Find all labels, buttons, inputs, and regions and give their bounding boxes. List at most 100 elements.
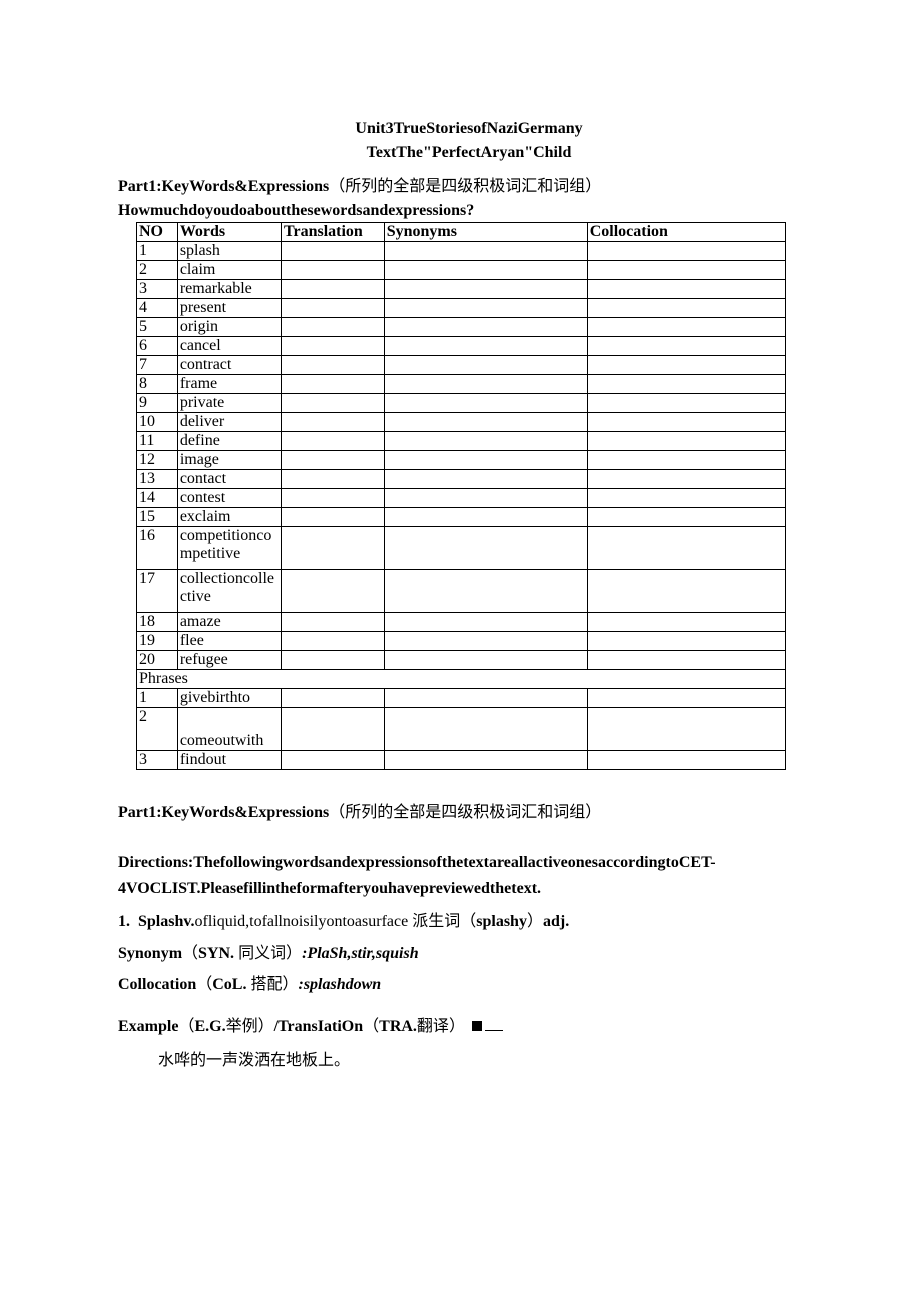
cell-collocation[interactable] xyxy=(587,337,785,356)
cell-translation[interactable] xyxy=(281,318,384,337)
cell-translation[interactable] xyxy=(281,651,384,670)
header-collocation: Collocation xyxy=(587,223,785,242)
cell-translation[interactable] xyxy=(281,570,384,613)
table-row: 2claim xyxy=(137,261,786,280)
table-row: 18amaze xyxy=(137,613,786,632)
cell-synonyms[interactable] xyxy=(384,508,587,527)
table-row: 7contract xyxy=(137,356,786,375)
cell-translation[interactable] xyxy=(281,356,384,375)
cell-synonyms[interactable] xyxy=(384,570,587,613)
cell-translation[interactable] xyxy=(281,413,384,432)
cell-translation[interactable] xyxy=(281,527,384,570)
syn-label: Synonym xyxy=(118,945,182,962)
cell-no: 20 xyxy=(137,651,178,670)
cell-translation[interactable] xyxy=(281,470,384,489)
cell-translation[interactable] xyxy=(281,751,384,770)
ex-paren-r: ） xyxy=(258,1018,274,1035)
cell-synonyms[interactable] xyxy=(384,489,587,508)
cell-no: 3 xyxy=(137,280,178,299)
cell-collocation[interactable] xyxy=(587,751,785,770)
cell-collocation[interactable] xyxy=(587,280,785,299)
cell-translation[interactable] xyxy=(281,451,384,470)
cell-collocation[interactable] xyxy=(587,570,785,613)
text-title: TextThe"PerfectAryan"Child xyxy=(118,144,820,162)
cell-synonyms[interactable] xyxy=(384,375,587,394)
cell-collocation[interactable] xyxy=(587,432,785,451)
cell-no: 8 xyxy=(137,375,178,394)
cell-synonyms[interactable] xyxy=(384,242,587,261)
cell-translation[interactable] xyxy=(281,432,384,451)
collocation-line: Collocation（CoL. 搭配）:splashdown xyxy=(118,972,820,998)
syn-abbr: SYN. xyxy=(198,945,234,962)
cell-synonyms[interactable] xyxy=(384,318,587,337)
cell-synonyms[interactable] xyxy=(384,632,587,651)
cell-translation[interactable] xyxy=(281,394,384,413)
cell-synonyms[interactable] xyxy=(384,394,587,413)
col-body: :splashdown xyxy=(299,976,382,993)
cell-collocation[interactable] xyxy=(587,508,785,527)
worksheet-question: Howmuchdoyoudoaboutthesewordsandexpressi… xyxy=(118,202,820,220)
cell-synonyms[interactable] xyxy=(384,651,587,670)
cell-translation[interactable] xyxy=(281,280,384,299)
cell-collocation[interactable] xyxy=(587,318,785,337)
cell-no: 3 xyxy=(137,751,178,770)
cell-synonyms[interactable] xyxy=(384,280,587,299)
cell-collocation[interactable] xyxy=(587,489,785,508)
cell-collocation[interactable] xyxy=(587,470,785,489)
table-row: 15exclaim xyxy=(137,508,786,527)
cell-no: 6 xyxy=(137,337,178,356)
cell-synonyms[interactable] xyxy=(384,470,587,489)
table-row: 10deliver xyxy=(137,413,786,432)
cell-collocation[interactable] xyxy=(587,527,785,570)
entry-1: 1. Splashv.ofliquid,tofallnoisilyontoasu… xyxy=(118,909,820,935)
cell-synonyms[interactable] xyxy=(384,337,587,356)
cell-collocation[interactable] xyxy=(587,375,785,394)
cell-collocation[interactable] xyxy=(587,413,785,432)
cell-no: 11 xyxy=(137,432,178,451)
cell-translation[interactable] xyxy=(281,242,384,261)
cell-synonyms[interactable] xyxy=(384,708,587,751)
cell-synonyms[interactable] xyxy=(384,613,587,632)
cell-collocation[interactable] xyxy=(587,356,785,375)
cell-collocation[interactable] xyxy=(587,651,785,670)
cell-translation[interactable] xyxy=(281,708,384,751)
cell-word: image xyxy=(177,451,281,470)
cell-synonyms[interactable] xyxy=(384,299,587,318)
cell-collocation[interactable] xyxy=(587,632,785,651)
unit-title: Unit3TrueStoriesofNaziGermany xyxy=(118,120,820,138)
cell-collocation[interactable] xyxy=(587,261,785,280)
cell-collocation[interactable] xyxy=(587,689,785,708)
cell-collocation[interactable] xyxy=(587,394,785,413)
cell-synonyms[interactable] xyxy=(384,451,587,470)
cell-collocation[interactable] xyxy=(587,299,785,318)
cell-translation[interactable] xyxy=(281,299,384,318)
cell-synonyms[interactable] xyxy=(384,261,587,280)
cell-translation[interactable] xyxy=(281,689,384,708)
cell-collocation[interactable] xyxy=(587,242,785,261)
cell-synonyms[interactable] xyxy=(384,413,587,432)
col-note: 搭配 xyxy=(250,976,282,993)
cell-translation[interactable] xyxy=(281,375,384,394)
cell-word: splash xyxy=(177,242,281,261)
ex-note2: 翻译 xyxy=(417,1018,449,1035)
cell-translation[interactable] xyxy=(281,337,384,356)
table-row: 20refugee xyxy=(137,651,786,670)
cell-collocation[interactable] xyxy=(587,451,785,470)
cell-synonyms[interactable] xyxy=(384,432,587,451)
cell-synonyms[interactable] xyxy=(384,751,587,770)
cell-no: 14 xyxy=(137,489,178,508)
cell-no: 4 xyxy=(137,299,178,318)
cell-translation[interactable] xyxy=(281,632,384,651)
cell-translation[interactable] xyxy=(281,261,384,280)
cell-synonyms[interactable] xyxy=(384,527,587,570)
cell-synonyms[interactable] xyxy=(384,356,587,375)
cell-synonyms[interactable] xyxy=(384,689,587,708)
cell-translation[interactable] xyxy=(281,508,384,527)
cell-translation[interactable] xyxy=(281,489,384,508)
cell-collocation[interactable] xyxy=(587,613,785,632)
cell-word: findout xyxy=(177,751,281,770)
entry-definition: ofliquid,tofallnoisilyontoasurface xyxy=(194,913,408,930)
blank-underline[interactable] xyxy=(485,1030,503,1031)
cell-collocation[interactable] xyxy=(587,708,785,751)
cell-translation[interactable] xyxy=(281,613,384,632)
